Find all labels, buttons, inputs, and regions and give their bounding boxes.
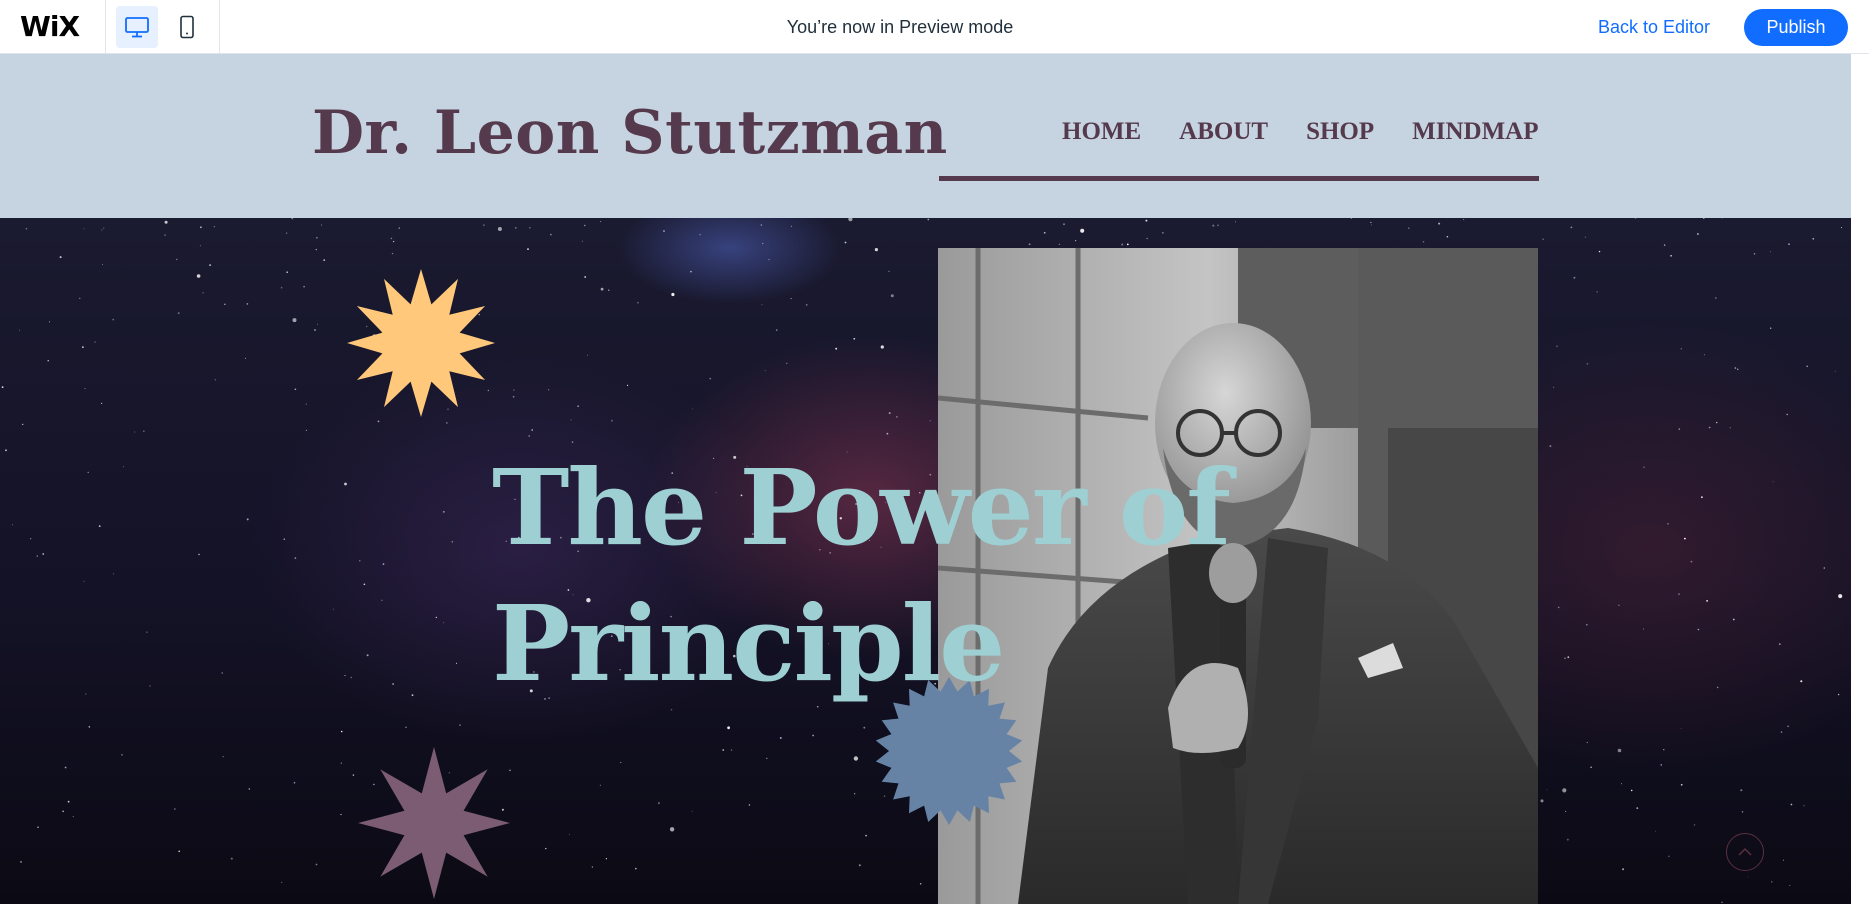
site-header: Dr. Leon Stutzman HOME ABOUT SHOP MINDMA… (0, 54, 1851, 218)
hero-title-line-1: The Power of (492, 446, 1231, 569)
nav-item-about[interactable]: ABOUT (1179, 118, 1268, 146)
hero-title-line-2: Principle (492, 582, 1005, 705)
nav-underline (939, 176, 1539, 181)
site-title[interactable]: Dr. Leon Stutzman (312, 98, 948, 168)
nav-item-home[interactable]: HOME (1062, 118, 1141, 146)
yellow-starburst-icon (347, 269, 495, 417)
preview-toolbar: WiX You’re now in Preview mode Back to E… (0, 0, 1869, 54)
hero-title: The Power of Principle (492, 440, 1231, 712)
mauve-starburst-icon (358, 747, 510, 899)
scroll-to-top-button[interactable] (1726, 833, 1764, 871)
nav-item-shop[interactable]: SHOP (1306, 118, 1374, 146)
chevron-up-icon (1738, 847, 1752, 856)
hero-section: The Power of Principle (0, 218, 1851, 904)
publish-button[interactable]: Publish (1744, 9, 1848, 46)
preview-mode-message: You’re now in Preview mode (786, 17, 1014, 37)
nav-item-mindmap[interactable]: MINDMAP (1412, 118, 1538, 146)
back-to-editor-link[interactable]: Back to Editor (1598, 0, 1710, 54)
site-nav: HOME ABOUT SHOP MINDMAP (1062, 118, 1539, 146)
